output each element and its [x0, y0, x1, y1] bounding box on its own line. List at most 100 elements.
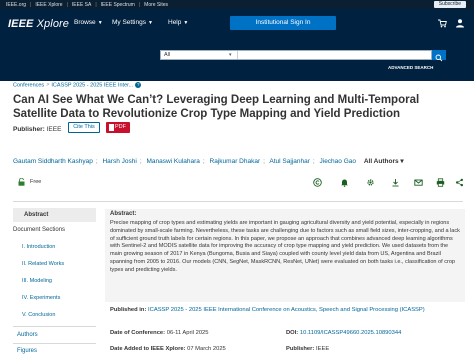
util-link-ieee-org[interactable]: IEEE.org [6, 2, 26, 8]
sidebar-item-modeling[interactable]: III. Modeling [22, 278, 52, 284]
author-link[interactable]: Rajkumar Dhakar [210, 158, 261, 165]
nav-my-settings-label: My Settings [112, 19, 146, 26]
nav-browse[interactable]: Browse ▼ [74, 19, 103, 26]
settings-icon[interactable] [366, 178, 375, 187]
author-link[interactable]: Gautam Siddharth Kashyap [13, 158, 93, 165]
date-added-value: 07 March 2025 [187, 346, 226, 352]
published-in: Published in: ICASSP 2025 - 2025 IEEE In… [110, 307, 460, 313]
publisher: Publisher: IEEE [13, 126, 61, 133]
download-icon[interactable] [391, 178, 400, 187]
logo-xplore: Xplore [36, 18, 70, 30]
author-list: Gautam Siddharth Kashyap; Harsh Joshi; M… [13, 157, 404, 165]
author-link[interactable]: Jiechao Gao [320, 158, 357, 165]
search-bar: All ▾ [160, 50, 432, 60]
pdf-icon [109, 124, 114, 131]
pdf-button[interactable]: PDF [106, 122, 130, 133]
access-status: Free [18, 179, 41, 185]
cart-icon[interactable] [437, 18, 447, 28]
published-in-label: Published in: [110, 307, 147, 313]
print-icon[interactable] [436, 178, 445, 187]
chevron-down-icon: ▼ [147, 20, 153, 26]
breadcrumb-sep: > [46, 82, 50, 89]
all-authors-label: All Authors [363, 158, 399, 165]
help-icon[interactable]: ? [135, 82, 142, 88]
date-of-conference-value: 06-11 April 2025 [166, 330, 209, 336]
date-added: Date Added to IEEE Xplore: 07 March 2025 [110, 346, 226, 352]
copyright-icon[interactable] [313, 178, 322, 187]
breadcrumb-conference[interactable]: ICASSP 2025 - 2025 IEEE Inter... [51, 82, 133, 88]
user-icon[interactable] [455, 18, 465, 28]
author-sep: ; [95, 158, 98, 165]
sidebar-divider [13, 343, 96, 344]
util-link-ieee-spectrum[interactable]: IEEE Spectrum [101, 2, 135, 8]
util-sep: | [95, 1, 97, 8]
chevron-down-icon: ▾ [229, 52, 232, 58]
chevron-down-icon: ▾ [400, 158, 404, 165]
publisher-label: Publisher: [13, 126, 45, 133]
sidebar-item-abstract[interactable]: Abstract [13, 208, 96, 222]
sidebar-item-introduction[interactable]: I. Introduction [22, 244, 55, 250]
chevron-down-icon: ▼ [97, 20, 103, 26]
nav-help-label: Help [168, 19, 182, 26]
author-link[interactable]: Atul Sajjanhar [269, 158, 309, 165]
util-sep: | [30, 1, 32, 8]
doi-link[interactable]: 10.1109/ICASSP49660.2025.10890344 [300, 330, 401, 336]
util-sep: | [66, 1, 68, 8]
email-icon[interactable] [414, 178, 423, 187]
author-sep: ; [312, 158, 315, 165]
sidebar-divider [13, 326, 96, 327]
utility-bar: IEEE.org | IEEE Xplore | IEEE SA | IEEE Spe… [0, 0, 474, 9]
date-of-conference: Date of Conference: 06-11 April 2025 [110, 330, 209, 336]
sidebar-item-conclusion[interactable]: V. Conclusion [22, 312, 55, 318]
doi-label: DOI: [286, 330, 299, 336]
date-added-label: Date Added to IEEE Xplore: [110, 346, 186, 352]
all-authors-link[interactable]: All Authors ▾ [364, 158, 404, 165]
breadcrumb: Conferences > ICASSP 2025 - 2025 IEEE Inte… [13, 82, 142, 89]
abstract-text: Precise mapping of crop types and estima… [110, 220, 460, 273]
nav-help[interactable]: Help ▼ [168, 19, 188, 26]
abstract-heading: Abstract: [110, 211, 137, 217]
site-header: IEEE Xplore Browse ▼ My Settings ▼ Help ▼ I… [0, 9, 474, 81]
author-link[interactable]: Harsh Joshi [102, 158, 136, 165]
sidebar-item-authors[interactable]: Authors [17, 332, 38, 338]
search-scope-select[interactable]: All [164, 52, 170, 58]
meta-publisher-label: Publisher: [286, 346, 315, 352]
doi: DOI: 10.1109/ICASSP49660.2025.10890344 [286, 330, 401, 336]
document-sections-heading: Document Sections [13, 227, 66, 233]
sidebar-item-figures[interactable]: Figures [17, 348, 37, 354]
logo-ieee: IEEE [8, 18, 34, 30]
access-label: Free [30, 179, 42, 185]
institutional-sign-in-button[interactable]: Institutional Sign In [230, 16, 336, 30]
alerts-icon[interactable] [340, 178, 349, 187]
search-divider [237, 51, 238, 59]
nav-browse-label: Browse [74, 19, 96, 26]
util-link-more-sites[interactable]: More Sites [144, 2, 168, 8]
util-link-ieee-sa[interactable]: IEEE SA [72, 2, 91, 8]
author-sep: ; [202, 158, 205, 165]
meta-publisher-value: IEEE [315, 346, 330, 352]
chevron-down-icon: ▼ [183, 20, 189, 26]
ieee-xplore-logo[interactable]: IEEE Xplore [8, 18, 69, 30]
util-sep: | [138, 1, 141, 8]
published-in-link[interactable]: ICASSP 2025 - 2025 IEEE International Co… [148, 307, 425, 313]
pdf-label: PDF [115, 124, 126, 130]
search-button[interactable] [432, 50, 446, 62]
subscribe-button[interactable]: Subscribe [433, 1, 466, 8]
advanced-search-link[interactable]: ADVANCED SEARCH [388, 65, 433, 70]
date-of-conference-label: Date of Conference: [110, 330, 166, 336]
author-link[interactable]: Manaswi Kulahara [146, 158, 199, 165]
nav-my-settings[interactable]: My Settings ▼ [112, 19, 153, 26]
publisher-value: IEEE [46, 126, 62, 133]
author-sep: ; [139, 158, 142, 165]
sidebar-item-related-works[interactable]: II. Related Works [22, 261, 64, 267]
breadcrumb-conferences[interactable]: Conferences [13, 82, 44, 88]
sidebar-item-experiments[interactable]: IV. Experiments [22, 295, 60, 301]
meta-publisher: Publisher: IEEE [286, 346, 329, 352]
util-link-ieee-xplore[interactable]: IEEE Xplore [35, 2, 62, 8]
section-divider [13, 201, 463, 202]
search-icon [435, 54, 443, 62]
share-icon[interactable] [455, 178, 464, 187]
cite-this-button[interactable]: Cite This [68, 122, 100, 133]
author-sep: ; [263, 158, 265, 165]
document-title: Can AI See What We Can’t? Leveraging Dee… [13, 94, 420, 120]
